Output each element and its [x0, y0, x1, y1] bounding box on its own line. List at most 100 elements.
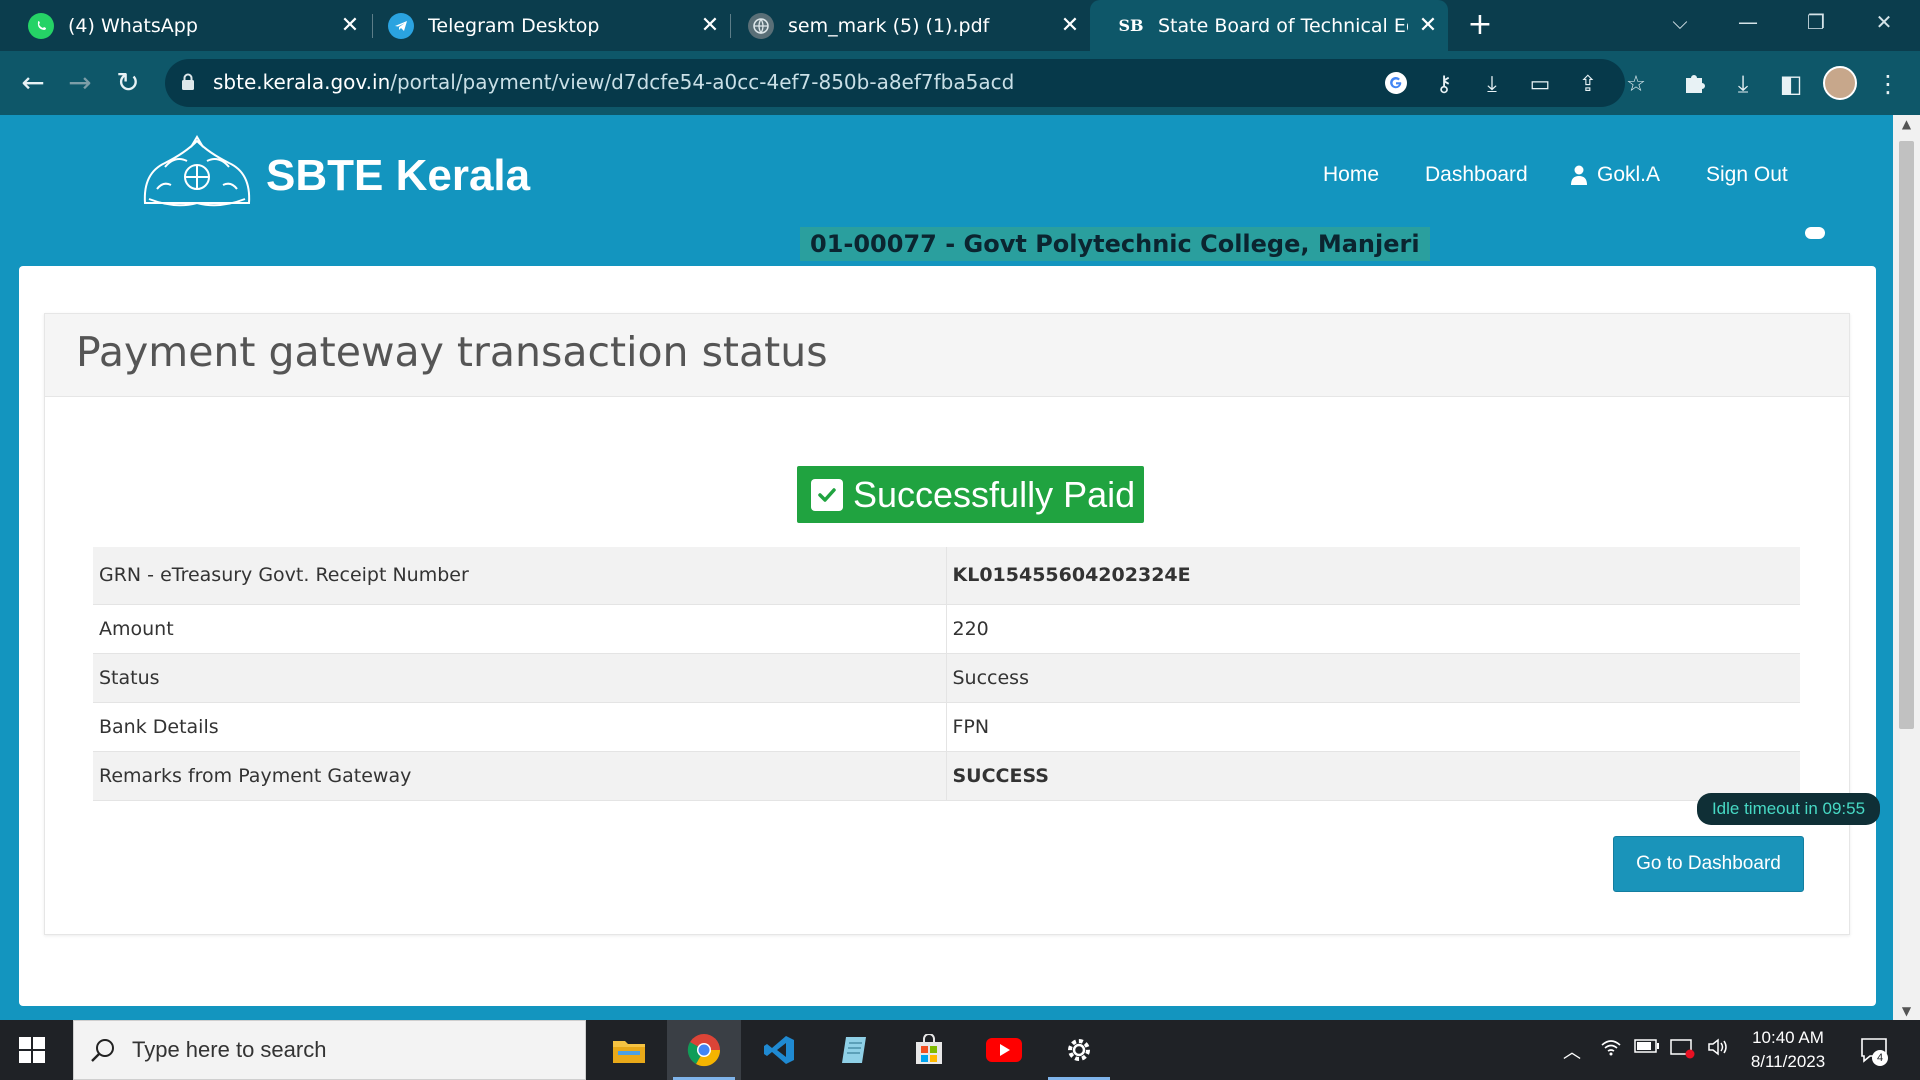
tray-chevron-up-icon[interactable]: ︿	[1563, 1038, 1581, 1064]
taskbar-clock[interactable]: 10:40 AM 8/11/2023	[1733, 1026, 1843, 1074]
chrome-icon[interactable]	[667, 1020, 741, 1080]
tab-label: (4) WhatsApp	[68, 14, 198, 37]
go-to-dashboard-button[interactable]: Go to Dashboard	[1613, 836, 1804, 892]
extensions-icon[interactable]	[1680, 69, 1710, 99]
download-icon[interactable]: ⤓	[1728, 69, 1758, 99]
restore-button[interactable]: ❐	[1786, 0, 1846, 44]
forward-button[interactable]: →	[58, 61, 102, 105]
browser-tab-bar: (4) WhatsApp ✕ Telegram Desktop ✕ sem_ma…	[0, 0, 1920, 51]
clock-time: 10:40 AM	[1752, 1028, 1824, 1047]
remarks-value: SUCCESS	[946, 751, 1800, 801]
microsoft-store-icon[interactable]	[892, 1020, 966, 1080]
menu-icon[interactable]: ⋮	[1873, 69, 1903, 99]
success-text: Successfully Paid	[853, 473, 1136, 515]
tab-telegram[interactable]: Telegram Desktop ✕	[360, 0, 730, 51]
battery-icon[interactable]	[1634, 1038, 1660, 1059]
payment-card: Payment gateway transaction status Succe…	[44, 313, 1850, 935]
page-title: Payment gateway transaction status	[76, 328, 828, 376]
success-banner: Successfully Paid	[797, 466, 1144, 523]
windows-start-icon[interactable]	[18, 1036, 46, 1064]
transaction-details-table: GRN - eTreasury Govt. Receipt Number KL0…	[93, 547, 1800, 801]
table-row: Amount 220	[93, 604, 1800, 654]
close-icon[interactable]: ✕	[1408, 13, 1448, 38]
table-row: GRN - eTreasury Govt. Receipt Number KL0…	[93, 547, 1800, 605]
tab-sbte[interactable]: SB State Board of Technical Education ✕	[1090, 0, 1448, 51]
row-label: Status	[93, 653, 947, 703]
tab-label: sem_mark (5) (1).pdf	[788, 14, 990, 37]
tab-pdf[interactable]: sem_mark (5) (1).pdf ✕	[720, 0, 1090, 51]
main-content: Payment gateway transaction status Succe…	[19, 266, 1876, 1006]
new-tab-button[interactable]: +	[1462, 8, 1498, 44]
nav-home[interactable]: Home	[1323, 163, 1379, 187]
sbte-favicon: SB	[1118, 16, 1144, 35]
row-label: Amount	[93, 604, 947, 654]
youtube-icon[interactable]	[967, 1020, 1041, 1080]
reload-button[interactable]: ↻	[106, 61, 150, 105]
notification-count-badge: 4	[1872, 1050, 1888, 1066]
amount-value: 220	[946, 604, 1800, 654]
scrollbar-thumb[interactable]	[1899, 141, 1914, 729]
back-button[interactable]: ←	[11, 61, 55, 105]
row-label: Remarks from Payment Gateway	[93, 751, 947, 801]
nav-user[interactable]: Gokl.A	[1571, 163, 1660, 187]
wifi-icon[interactable]	[1600, 1038, 1622, 1061]
search-placeholder: Type here to search	[132, 1037, 327, 1062]
user-icon	[1571, 165, 1587, 185]
card-header: Payment gateway transaction status	[45, 314, 1849, 397]
nav-sign-out[interactable]: Sign Out	[1706, 163, 1788, 187]
user-name: Gokl.A	[1597, 163, 1661, 186]
volume-icon[interactable]	[1707, 1038, 1729, 1061]
search-icon	[91, 1039, 114, 1062]
idle-timeout-badge: Idle timeout in 09:55	[1697, 793, 1880, 825]
url-text: sbte.kerala.gov.in/portal/payment/view/d…	[213, 70, 1015, 94]
taskbar-search-input[interactable]: Type here to search	[73, 1020, 586, 1080]
tab-label: Telegram Desktop	[428, 14, 600, 37]
tab-label: State Board of Technical Education	[1158, 14, 1408, 37]
web-page: SBTE Kerala Home Dashboard Gokl.A Sign O…	[0, 115, 1893, 1020]
install-icon[interactable]: ⤓	[1478, 71, 1506, 99]
settings-gear-icon[interactable]	[1042, 1020, 1116, 1080]
address-bar[interactable]: sbte.kerala.gov.in/portal/payment/view/d…	[165, 59, 1646, 107]
nav-dashboard[interactable]: Dashboard	[1425, 163, 1528, 187]
window-close-button[interactable]: ✕	[1854, 0, 1914, 44]
share-icon[interactable]: ⇪	[1574, 71, 1602, 99]
star-icon[interactable]: ☆	[1622, 71, 1650, 99]
table-row: Status Success	[93, 653, 1800, 703]
key-icon[interactable]: ⚷	[1430, 71, 1458, 99]
network-alert-icon[interactable]	[1670, 1038, 1696, 1065]
kerala-emblem-logo	[143, 135, 251, 207]
minimize-button[interactable]: —	[1718, 0, 1778, 44]
globe-icon	[748, 12, 774, 39]
row-label: GRN - eTreasury Govt. Receipt Number	[93, 547, 947, 605]
avatar[interactable]	[1823, 66, 1857, 100]
table-row: Bank Details FPN	[93, 702, 1800, 752]
windows-taskbar: Type here to search ︿ 10:40 AM 8/11/2023	[0, 1020, 1920, 1080]
notepad-icon[interactable]	[817, 1020, 891, 1080]
telegram-icon	[388, 12, 414, 39]
google-icon[interactable]	[1382, 71, 1410, 99]
sidepanel-icon[interactable]: ◧	[1776, 69, 1806, 99]
scroll-up-icon[interactable]: ▲	[1893, 117, 1920, 131]
card-icon[interactable]: ▭	[1526, 71, 1554, 99]
grn-value: KL015455604202324E	[946, 547, 1800, 605]
table-row: Remarks from Payment Gateway SUCCESS	[93, 751, 1800, 801]
browser-toolbar: ← → ↻ sbte.kerala.gov.in/portal/payment/…	[0, 51, 1920, 115]
vertical-scrollbar[interactable]: ▲ ▼	[1893, 115, 1920, 1020]
lock-icon	[181, 73, 195, 95]
status-value: Success	[946, 653, 1800, 703]
whatsapp-icon	[28, 12, 54, 39]
file-explorer-icon[interactable]	[592, 1020, 666, 1080]
college-badge: 01-00077 - Govt Polytechnic College, Man…	[800, 227, 1430, 261]
tab-whatsapp[interactable]: (4) WhatsApp ✕	[0, 0, 370, 51]
close-icon[interactable]: ✕	[1050, 13, 1090, 38]
bank-details-value: FPN	[946, 702, 1800, 752]
brand-title: SBTE Kerala	[266, 151, 531, 200]
notification-center-icon[interactable]: 4	[1860, 1036, 1888, 1066]
check-square-icon	[811, 478, 843, 511]
chevron-down-icon[interactable]: ⌵	[1650, 0, 1710, 44]
scroll-down-icon[interactable]: ▼	[1893, 1004, 1920, 1018]
clock-date: 8/11/2023	[1750, 1052, 1826, 1071]
row-label: Bank Details	[93, 702, 947, 752]
toggle-pill[interactable]	[1805, 227, 1825, 239]
vscode-icon[interactable]	[742, 1020, 816, 1080]
